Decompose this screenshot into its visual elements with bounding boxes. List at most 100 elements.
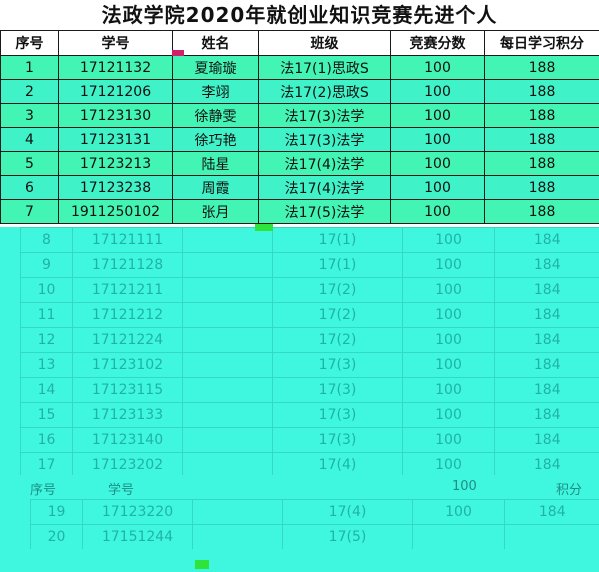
- cell-class: 法17(3)法学: [258, 127, 391, 152]
- cell-points: 184: [494, 377, 599, 403]
- table-row: 6 17123238 周霞 法17(4)法学 100 188: [0, 175, 599, 200]
- cell-score: 100: [390, 199, 485, 224]
- cell-name: 李翊: [172, 79, 259, 104]
- cell-class: 17(5): [282, 524, 413, 549]
- table-row: 3 17123130 徐静雯 法17(3)法学 100 188: [0, 103, 599, 128]
- cell-points: 184: [494, 302, 599, 328]
- repeat-header-score: 100: [452, 479, 477, 494]
- cell-class: 17(2): [272, 327, 403, 353]
- cell-score: 100: [390, 79, 485, 104]
- cell-index: 5: [0, 151, 59, 176]
- cell-name: [182, 302, 273, 328]
- cell-points: 184: [494, 352, 599, 378]
- table-row: 15 17123133 17(3) 100 184: [20, 402, 599, 428]
- cell-score: 100: [390, 127, 485, 152]
- cell-score: 100: [402, 227, 495, 253]
- cell-score: 100: [390, 175, 485, 200]
- table-row: 19 17123220 17(4) 100 184: [30, 499, 599, 525]
- cell-score: 100: [402, 252, 495, 278]
- cell-class: 17(1): [272, 252, 403, 278]
- cell-class: 17(3): [272, 377, 403, 403]
- cell-index: 19: [30, 499, 83, 525]
- cell-class: 17(1): [272, 227, 403, 253]
- col-header-student-id: 学号: [58, 30, 173, 56]
- cell-name: 陆星: [172, 151, 259, 176]
- cell-class: 17(4): [272, 452, 403, 477]
- cell-student-id: 17121128: [72, 252, 183, 278]
- cell-student-id: 17123220: [82, 499, 193, 525]
- cell-points: 184: [504, 499, 599, 525]
- cell-name: [182, 452, 273, 477]
- cell-student-id: 17121206: [58, 79, 173, 104]
- cell-class: 17(3): [272, 352, 403, 378]
- cell-name: [182, 252, 273, 278]
- table-row: 4 17123131 徐巧艳 法17(3)法学 100 188: [0, 127, 599, 152]
- cell-points: 184: [494, 277, 599, 303]
- cell-index: 1: [0, 55, 59, 80]
- cell-score: 100: [402, 352, 495, 378]
- cell-score: 100: [402, 402, 495, 428]
- cell-points: 184: [494, 327, 599, 353]
- cell-score: 100: [390, 151, 485, 176]
- cell-name: [182, 427, 273, 453]
- cell-student-id: 17123131: [58, 127, 173, 152]
- cell-class: 法17(1)思政S: [258, 55, 391, 80]
- cell-points: 188: [484, 79, 599, 104]
- cell-name: [182, 277, 273, 303]
- cell-score: 100: [402, 377, 495, 403]
- cell-index: 2: [0, 79, 59, 104]
- cell-student-id: 17123115: [72, 377, 183, 403]
- table-row: 17 17123202 17(4) 100 184: [20, 452, 599, 477]
- cell-points: 188: [484, 199, 599, 224]
- table-row: 13 17123102 17(3) 100 184: [20, 352, 599, 378]
- cell-index: 10: [20, 277, 73, 303]
- cell-points: 188: [484, 175, 599, 200]
- honor-table: 序号 学号 姓名 班级 竞赛分数 每日学习积分 1 17121132 夏瑜璇 法…: [0, 30, 599, 224]
- cell-index: 20: [30, 524, 83, 549]
- cell-student-id: 17123133: [72, 402, 183, 428]
- cell-class: 17(3): [272, 402, 403, 428]
- cell-score: 100: [402, 452, 495, 477]
- table-row: 12 17121224 17(2) 100 184: [20, 327, 599, 353]
- cell-class: 法17(5)法学: [258, 199, 391, 224]
- cell-name: [182, 377, 273, 403]
- repeat-header-index: 序号: [30, 483, 57, 498]
- col-header-index: 序号: [0, 30, 59, 56]
- cell-name: [182, 227, 273, 253]
- cell-student-id: 1911250102: [58, 199, 173, 224]
- cell-class: 法17(4)法学: [258, 175, 391, 200]
- cell-index: 15: [20, 402, 73, 428]
- cell-index: 9: [20, 252, 73, 278]
- cell-student-id: 17121111: [72, 227, 183, 253]
- cell-class: 法17(3)法学: [258, 103, 391, 128]
- cell-index: 11: [20, 302, 73, 328]
- cell-student-id: 17121132: [58, 55, 173, 80]
- cell-points: 184: [494, 452, 599, 477]
- table-row: 5 17123213 陆星 法17(4)法学 100 188: [0, 151, 599, 176]
- cell-name: [182, 352, 273, 378]
- repeated-header-row: 序号 学号 100 积分: [0, 475, 599, 499]
- cell-class: 17(2): [272, 277, 403, 303]
- cell-score: 100: [390, 55, 485, 80]
- cell-student-id: 17151244: [82, 524, 193, 549]
- artifact-mark: [195, 560, 209, 569]
- cell-class: 17(2): [272, 302, 403, 328]
- cell-student-id: 17121211: [72, 277, 183, 303]
- cell-index: 7: [0, 199, 59, 224]
- table-row: 16 17123140 17(3) 100 184: [20, 427, 599, 453]
- cell-score: 100: [390, 103, 485, 128]
- cell-score: 100: [402, 427, 495, 453]
- cell-class: 法17(2)思政S: [258, 79, 391, 104]
- table-row: 1 17121132 夏瑜璇 法17(1)思政S 100 188: [0, 55, 599, 80]
- col-header-class: 班级: [258, 30, 391, 56]
- cell-index: 3: [0, 103, 59, 128]
- cell-student-id: 17123140: [72, 427, 183, 453]
- cell-student-id: 17121224: [72, 327, 183, 353]
- cell-name: [182, 402, 273, 428]
- cell-name: [182, 327, 273, 353]
- cell-name: 徐静雯: [172, 103, 259, 128]
- cell-index: 17: [20, 452, 73, 477]
- cell-index: 12: [20, 327, 73, 353]
- table-row: 2 17121206 李翊 法17(2)思政S 100 188: [0, 79, 599, 104]
- cell-student-id: 17123202: [72, 452, 183, 477]
